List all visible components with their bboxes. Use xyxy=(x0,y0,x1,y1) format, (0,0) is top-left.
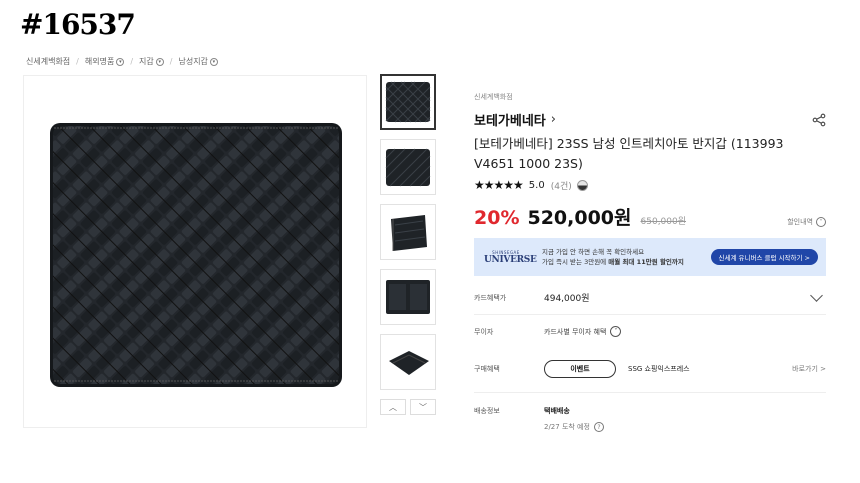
installment-row: 무이자 카드사별 무이자 혜택 ˅ xyxy=(474,326,826,337)
thumbnail-4[interactable] xyxy=(380,269,436,325)
breadcrumb-item-wallet[interactable]: 지갑 ▾ xyxy=(139,56,164,67)
breadcrumb-label: 해외명품 xyxy=(84,57,115,66)
divider xyxy=(474,392,826,393)
shortcut-link[interactable]: 바로가기 > xyxy=(792,364,826,374)
wallet-open-thumbnail xyxy=(389,351,429,375)
thumbnail-prev-button[interactable]: ︿ xyxy=(380,399,406,415)
breadcrumb-label: 신세계백화점 xyxy=(26,57,71,66)
thumbnail-2[interactable] xyxy=(380,139,436,195)
shipping-method: 택배배송 xyxy=(544,407,570,415)
card-benefit-row[interactable]: 카드혜택가 494,000원 xyxy=(474,289,826,304)
wallet-side-thumbnail xyxy=(391,215,427,251)
ssg-express-label: SSG 쇼핑익스프레스 xyxy=(628,365,690,373)
thumbnail-3[interactable] xyxy=(380,204,436,260)
thumbnail-next-button[interactable]: ﹀ xyxy=(410,399,436,415)
breadcrumb-label: 남성지갑 xyxy=(178,57,208,66)
thumbnail-list: ︿ ﹀ xyxy=(380,74,436,415)
chevron-down-icon[interactable]: ▾ xyxy=(116,57,125,66)
wallet-back-thumbnail xyxy=(385,148,431,187)
breadcrumb: 신세계백화점 / 해외명품 ▾ / 지갑 ▾ / 남성지갑 ▾ xyxy=(26,56,218,67)
divider xyxy=(474,314,826,315)
benefit-section: 카드혜택가 494,000원 무이자 카드사별 무이자 혜택 ˅ 구매혜택 이벤… xyxy=(474,0,826,483)
item-code: #16537 xyxy=(20,8,136,41)
shipping-info: 택배배송 2/27 도착 예정 ? xyxy=(544,406,604,432)
installment-label: 무이자 xyxy=(474,327,494,336)
installment-info[interactable]: 카드사별 무이자 혜택 ˅ xyxy=(544,326,622,337)
installment-value: 카드사별 무이자 혜택 xyxy=(544,327,607,336)
breadcrumb-item-store[interactable]: 신세계백화점 xyxy=(26,56,70,67)
purchase-benefit-row: 구매혜택 이벤트 SSG 쇼핑익스프레스 바로가기 > xyxy=(474,360,826,378)
chevron-down-icon[interactable]: ▾ xyxy=(155,57,164,66)
breadcrumb-separator: / xyxy=(76,57,79,66)
main-product-image[interactable] xyxy=(23,75,367,428)
breadcrumb-item-luxury[interactable]: 해외명품 ▾ xyxy=(84,56,125,67)
purchase-benefit-label: 구매혜택 xyxy=(474,365,500,373)
chevron-down-icon[interactable]: ▾ xyxy=(209,57,218,66)
question-icon: ? xyxy=(593,422,604,432)
breadcrumb-item-mens-wallet[interactable]: 남성지갑 ▾ xyxy=(178,56,218,67)
wallet-image xyxy=(50,123,342,387)
card-benefit-label: 카드혜택가 xyxy=(474,293,507,302)
chevron-down-icon: ˅ xyxy=(610,326,622,337)
shipping-date[interactable]: 2/27 도착 예정 ? xyxy=(544,422,604,432)
breadcrumb-label: 지갑 xyxy=(139,57,154,66)
breadcrumb-separator: / xyxy=(130,57,134,66)
card-benefit-price: 494,000원 xyxy=(544,294,590,304)
thumbnail-5[interactable] xyxy=(380,334,436,390)
shipping-date-value: 2/27 도착 예정 xyxy=(544,423,590,431)
shipping-row: 배송정보 택배배송 2/27 도착 예정 ? xyxy=(474,406,826,432)
breadcrumb-separator: / xyxy=(169,57,173,66)
chevron-down-icon[interactable] xyxy=(810,289,823,302)
thumbnail-1[interactable] xyxy=(380,74,436,130)
wallet-front-thumbnail xyxy=(385,81,431,123)
thumbnail-nav: ︿ ﹀ xyxy=(380,399,436,415)
shipping-label: 배송정보 xyxy=(474,407,500,415)
event-button[interactable]: 이벤트 xyxy=(544,360,616,378)
wallet-inside-thumbnail xyxy=(386,280,430,314)
